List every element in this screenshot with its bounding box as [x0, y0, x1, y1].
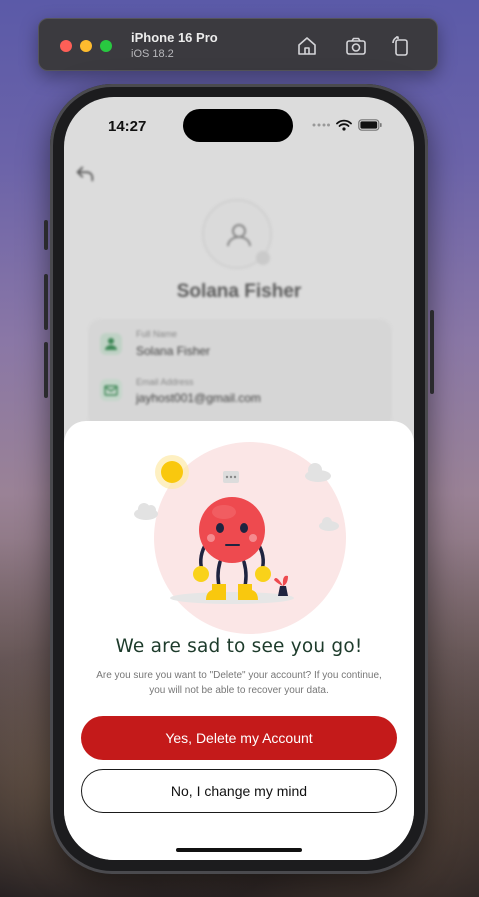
volume-up-button [44, 274, 48, 330]
minimize-window-button[interactable] [80, 40, 92, 52]
delete-account-sheet: We are sad to see you go! Are you sure y… [64, 421, 414, 860]
power-button [430, 310, 434, 394]
confirm-delete-button[interactable]: Yes, Delete my Account [81, 716, 397, 760]
sheet-description: Are you sure you want to "Delete" your a… [96, 670, 382, 696]
rotate-icon[interactable] [389, 34, 413, 58]
iphone-frame: Solana Fisher Full Name Solana Fisher Em… [44, 84, 434, 874]
home-icon[interactable] [295, 34, 319, 58]
phone-screen: Solana Fisher Full Name Solana Fisher Em… [64, 97, 414, 860]
sheet-title: We are sad to see you go! [115, 636, 363, 657]
volume-down-button [44, 342, 48, 398]
screenshot-icon[interactable] [344, 34, 368, 58]
cancel-button[interactable]: No, I change my mind [81, 769, 397, 813]
sad-character-illustration [134, 442, 346, 634]
battery-icon [358, 119, 382, 131]
status-time: 14:27 [108, 118, 147, 135]
close-window-button[interactable] [60, 40, 72, 52]
dynamic-island [183, 109, 293, 142]
status-icons [312, 119, 382, 131]
zoom-window-button[interactable] [100, 40, 112, 52]
simulator-toolbar: iPhone 16 Pro iOS 18.2 [38, 18, 438, 71]
home-indicator[interactable] [176, 848, 302, 852]
wifi-icon [336, 119, 352, 131]
device-name: iPhone 16 Pro [131, 30, 218, 45]
os-version: iOS 18.2 [131, 48, 174, 60]
action-button [44, 220, 48, 250]
signal-dots-icon [312, 123, 330, 127]
